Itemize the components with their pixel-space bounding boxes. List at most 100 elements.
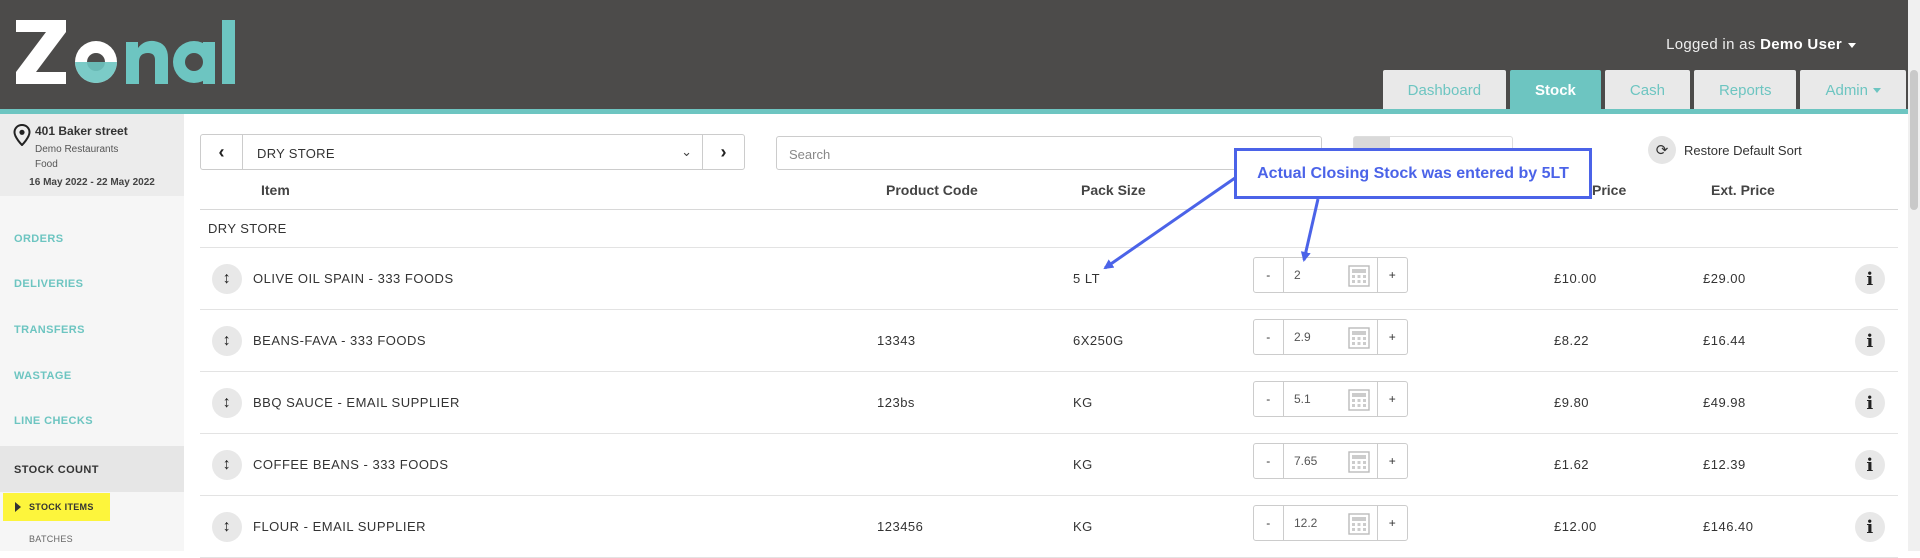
col-pack-size[interactable]: Pack Size [1081,182,1146,198]
quantity-input[interactable]: 12.2 [1294,516,1317,530]
app-header: Logged in as Demo User Dashboard Stock C… [0,0,1920,114]
table-row: ↕ COFFEE BEANS - 333 FOODS KG - 7.65 + £… [200,434,1898,496]
col-item[interactable]: Item [261,182,290,198]
header-accent-line [0,109,1908,114]
user-menu[interactable]: Logged in as Demo User [1666,36,1856,53]
sidebar-subitem-batches[interactable]: BATCHES [29,534,73,544]
calculator-icon[interactable] [1348,389,1370,411]
ext-price: £12.39 [1703,457,1746,472]
quantity-input[interactable]: 7.65 [1294,454,1317,468]
info-icon[interactable]: i [1855,264,1885,294]
restore-label: Restore Default Sort [1684,142,1802,158]
location-selector: ‹ DRY STORE ⌄ › [200,134,745,170]
tab-label: Reports [1718,81,1772,99]
reorder-icon[interactable]: ↕ [212,264,242,294]
increment-button[interactable]: + [1377,382,1407,416]
date-range: 16 May 2022 - 22 May 2022 [29,177,155,188]
increment-button[interactable]: + [1377,320,1407,354]
quantity-stepper: - 5.1 + [1253,381,1408,417]
location-pin-icon [13,124,31,146]
reorder-icon[interactable]: ↕ [212,512,242,542]
sidebar-item-stock-count[interactable]: STOCK COUNT [0,446,184,492]
unit-price: £10.00 [1554,271,1597,286]
col-product-code[interactable]: Product Code [886,182,978,198]
col-ext-price[interactable]: Ext. Price [1711,182,1775,198]
info-icon[interactable]: i [1855,450,1885,480]
main-nav: Dashboard Stock Cash Reports Admin [1382,70,1906,110]
caret-down-icon [1873,87,1881,93]
sidebar-item-wastage[interactable]: WASTAGE [14,370,72,382]
decrement-button[interactable]: - [1254,444,1284,478]
col-price[interactable]: Price [1592,182,1626,198]
unit-price: £12.00 [1554,519,1597,534]
table-row: ↕ BEANS-FAVA - 333 FOODS 13343 6X250G - … [200,310,1898,372]
scrollbar[interactable] [1908,0,1920,551]
tab-cash[interactable]: Cash [1604,70,1690,110]
org-line: Food [35,159,58,170]
logged-in-prefix: Logged in as [1666,36,1756,53]
site-org: Demo Restaurants Food [35,142,118,172]
quantity-stepper: - 2 + [1253,257,1408,293]
tab-label: Dashboard [1407,81,1482,99]
product-code: 123bs [877,395,915,410]
decrement-button[interactable]: - [1254,506,1284,540]
quantity-stepper: - 12.2 + [1253,505,1408,541]
decrement-button[interactable]: - [1254,258,1284,292]
next-location-button[interactable]: › [702,135,744,169]
sidebar-item-transfers[interactable]: TRANSFERS [14,324,85,336]
item-name: FLOUR - EMAIL SUPPLIER [253,519,427,534]
reorder-icon[interactable]: ↕ [212,326,242,356]
chevron-down-icon[interactable]: ⌄ [681,144,692,160]
product-code: 123456 [877,519,924,534]
calculator-icon[interactable] [1348,513,1370,535]
increment-button[interactable]: + [1377,506,1407,540]
increment-button[interactable]: + [1377,258,1407,292]
table-row: ↕ BBQ SAUCE - EMAIL SUPPLIER 123bs KG - … [200,372,1898,434]
quantity-input[interactable]: 2 [1294,268,1301,282]
unit-price: £9.80 [1554,395,1590,410]
scrollbar-thumb[interactable] [1910,70,1918,210]
pack-size: KG [1073,519,1093,534]
restore-default-sort-button[interactable]: ⟳ Restore Default Sort [1648,136,1802,164]
calculator-icon[interactable] [1348,451,1370,473]
calculator-icon[interactable] [1348,265,1370,287]
tab-stock[interactable]: Stock [1510,70,1601,110]
info-icon[interactable]: i [1855,512,1885,542]
caret-down-icon [1848,42,1856,48]
reorder-icon[interactable]: ↕ [212,450,242,480]
quantity-input[interactable]: 2.9 [1294,330,1311,344]
triangle-right-icon [15,502,21,512]
unit-price: £8.22 [1554,333,1590,348]
quantity-stepper: - 2.9 + [1253,319,1408,355]
info-icon[interactable]: i [1855,388,1885,418]
user-name: Demo User [1760,36,1842,53]
increment-button[interactable]: + [1377,444,1407,478]
sidebar-item-deliveries[interactable]: DELIVERIES [14,278,83,290]
pack-size: KG [1073,457,1093,472]
zonal-logo[interactable] [14,18,240,86]
sidebar: 401 Baker street Demo Restaurants Food 1… [0,114,184,551]
ext-price: £29.00 [1703,271,1746,286]
reorder-icon[interactable]: ↕ [212,388,242,418]
group-header: DRY STORE [200,210,1898,248]
table-row: ↕ OLIVE OIL SPAIN - 333 FOODS 5 LT - 2 +… [200,248,1898,310]
item-name: BBQ SAUCE - EMAIL SUPPLIER [253,395,460,410]
tab-label: Cash [1629,81,1665,99]
location-select-value[interactable]: DRY STORE [257,146,335,161]
sidebar-subitem-stock-items[interactable]: STOCK ITEMS [3,493,110,521]
prev-location-button[interactable]: ‹ [201,135,243,169]
tab-reports[interactable]: Reports [1693,70,1797,110]
tab-dashboard[interactable]: Dashboard [1382,70,1507,110]
sidebar-item-line-checks[interactable]: LINE CHECKS [14,415,93,427]
item-name: BEANS-FAVA - 333 FOODS [253,333,427,348]
info-icon[interactable]: i [1855,326,1885,356]
sidebar-subitem-label: STOCK ITEMS [29,502,94,512]
decrement-button[interactable]: - [1254,320,1284,354]
calculator-icon[interactable] [1348,327,1370,349]
tab-admin[interactable]: Admin [1800,70,1906,110]
quantity-input[interactable]: 5.1 [1294,392,1311,406]
decrement-button[interactable]: - [1254,382,1284,416]
item-name: COFFEE BEANS - 333 FOODS [253,457,449,472]
ext-price: £146.40 [1703,519,1754,534]
sidebar-item-orders[interactable]: ORDERS [14,233,63,245]
